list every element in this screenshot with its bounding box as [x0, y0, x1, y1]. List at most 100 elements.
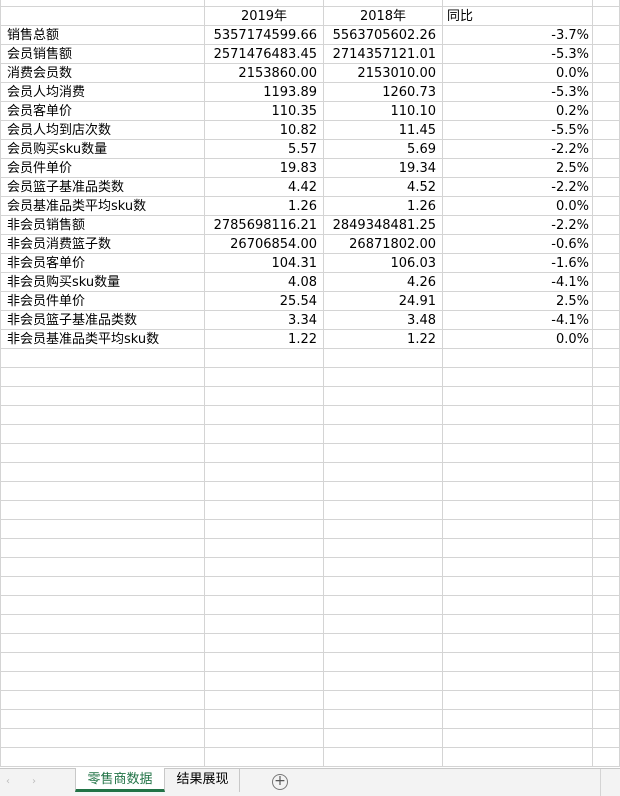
- cell[interactable]: [324, 387, 443, 406]
- cell[interactable]: [0, 691, 205, 710]
- tab-result-display[interactable]: 结果展现: [166, 768, 240, 792]
- horizontal-scrollbar[interactable]: [600, 769, 620, 796]
- cell[interactable]: [443, 615, 593, 634]
- cell[interactable]: [443, 691, 593, 710]
- cell[interactable]: [0, 387, 205, 406]
- value-2018-cell[interactable]: 5.69: [324, 140, 443, 159]
- yoy-cell[interactable]: 2.5%: [443, 292, 593, 311]
- cell[interactable]: [324, 0, 443, 7]
- header-cell-label[interactable]: [0, 7, 205, 26]
- cell[interactable]: [205, 406, 324, 425]
- cell[interactable]: [443, 634, 593, 653]
- cell[interactable]: [0, 615, 205, 634]
- value-2019-cell[interactable]: 1.26: [205, 197, 324, 216]
- table-row[interactable]: 会员销售额 2571476483.45 2714357121.01 -5.3%: [0, 45, 620, 64]
- yoy-cell[interactable]: -4.1%: [443, 311, 593, 330]
- cell[interactable]: [593, 330, 620, 349]
- table-row[interactable]: 会员篮子基准品类数 4.42 4.52 -2.2%: [0, 178, 620, 197]
- cell[interactable]: [593, 501, 620, 520]
- cell[interactable]: [0, 0, 205, 7]
- cell[interactable]: [0, 482, 205, 501]
- header-cell-2019[interactable]: 2019年: [205, 7, 324, 26]
- cell[interactable]: [593, 463, 620, 482]
- tab-retailer-data[interactable]: 零售商数据: [75, 768, 165, 792]
- cell[interactable]: [0, 729, 205, 748]
- table-row-partial[interactable]: [0, 0, 620, 7]
- cell[interactable]: [593, 178, 620, 197]
- table-row[interactable]: 会员基准品类平均sku数 1.26 1.26 0.0%: [0, 197, 620, 216]
- yoy-cell[interactable]: 2.5%: [443, 159, 593, 178]
- cell[interactable]: [324, 444, 443, 463]
- empty-row[interactable]: [0, 596, 620, 615]
- cell[interactable]: [324, 653, 443, 672]
- metric-label-cell[interactable]: 非会员消费篮子数: [0, 235, 205, 254]
- table-row[interactable]: 非会员消费篮子数 26706854.00 26871802.00 -0.6%: [0, 235, 620, 254]
- value-2018-cell[interactable]: 4.26: [324, 273, 443, 292]
- value-2018-cell[interactable]: 1.26: [324, 197, 443, 216]
- metric-label-cell[interactable]: 消费会员数: [0, 64, 205, 83]
- cell[interactable]: [205, 653, 324, 672]
- metric-label-cell[interactable]: 会员购买sku数量: [0, 140, 205, 159]
- value-2018-cell[interactable]: 1260.73: [324, 83, 443, 102]
- cell[interactable]: [443, 672, 593, 691]
- cell[interactable]: [205, 349, 324, 368]
- cell[interactable]: [443, 425, 593, 444]
- table-row[interactable]: 非会员购买sku数量 4.08 4.26 -4.1%: [0, 273, 620, 292]
- value-2018-cell[interactable]: 26871802.00: [324, 235, 443, 254]
- value-2019-cell[interactable]: 4.42: [205, 178, 324, 197]
- cell[interactable]: [443, 577, 593, 596]
- cell[interactable]: [593, 83, 620, 102]
- cell[interactable]: [593, 102, 620, 121]
- cell[interactable]: [0, 596, 205, 615]
- cell[interactable]: [205, 501, 324, 520]
- cell[interactable]: [324, 368, 443, 387]
- yoy-cell[interactable]: -2.2%: [443, 178, 593, 197]
- empty-row[interactable]: [0, 349, 620, 368]
- yoy-cell[interactable]: 0.0%: [443, 64, 593, 83]
- cell[interactable]: [205, 558, 324, 577]
- cell[interactable]: [205, 520, 324, 539]
- cell[interactable]: [443, 463, 593, 482]
- cell[interactable]: [593, 539, 620, 558]
- metric-label-cell[interactable]: 非会员件单价: [0, 292, 205, 311]
- empty-row[interactable]: [0, 615, 620, 634]
- cell[interactable]: [593, 140, 620, 159]
- cell[interactable]: [205, 425, 324, 444]
- cell[interactable]: [593, 672, 620, 691]
- table-row[interactable]: 会员购买sku数量 5.57 5.69 -2.2%: [0, 140, 620, 159]
- empty-row[interactable]: [0, 577, 620, 596]
- cell[interactable]: [0, 425, 205, 444]
- cell[interactable]: [593, 406, 620, 425]
- header-cell-yoy[interactable]: 同比: [443, 7, 593, 26]
- cell[interactable]: [593, 653, 620, 672]
- cell[interactable]: [0, 710, 205, 729]
- cell[interactable]: [0, 672, 205, 691]
- cell[interactable]: [443, 482, 593, 501]
- cell[interactable]: [593, 216, 620, 235]
- value-2019-cell[interactable]: 25.54: [205, 292, 324, 311]
- cell[interactable]: [324, 691, 443, 710]
- cell[interactable]: [0, 539, 205, 558]
- cell-area[interactable]: 2019年 2018年 同比 销售总额 5357174599.66 55637056…: [0, 0, 620, 767]
- cell[interactable]: [0, 653, 205, 672]
- yoy-cell[interactable]: -1.6%: [443, 254, 593, 273]
- metric-label-cell[interactable]: 非会员基准品类平均sku数: [0, 330, 205, 349]
- cell[interactable]: [324, 577, 443, 596]
- cell[interactable]: [593, 710, 620, 729]
- yoy-cell[interactable]: 0.0%: [443, 330, 593, 349]
- cell[interactable]: [205, 596, 324, 615]
- yoy-cell[interactable]: 0.2%: [443, 102, 593, 121]
- cell[interactable]: [205, 444, 324, 463]
- cell[interactable]: [593, 45, 620, 64]
- empty-row[interactable]: [0, 710, 620, 729]
- metric-label-cell[interactable]: 会员销售额: [0, 45, 205, 64]
- value-2018-cell[interactable]: 110.10: [324, 102, 443, 121]
- empty-row[interactable]: [0, 539, 620, 558]
- cell[interactable]: [0, 748, 205, 767]
- spreadsheet-grid[interactable]: 2019年 2018年 同比 销售总额 5357174599.66 55637056…: [0, 0, 620, 768]
- empty-row[interactable]: [0, 672, 620, 691]
- cell[interactable]: [205, 482, 324, 501]
- cell[interactable]: [0, 634, 205, 653]
- table-row[interactable]: 非会员基准品类平均sku数 1.22 1.22 0.0%: [0, 330, 620, 349]
- cell[interactable]: [443, 729, 593, 748]
